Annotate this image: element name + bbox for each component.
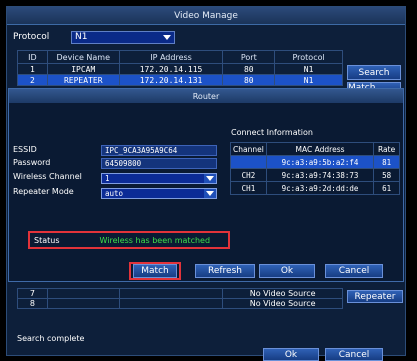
cell-id: 8 (17, 298, 48, 309)
col-protocol: Protocol (274, 50, 343, 64)
router-ok-button[interactable]: Ok (259, 264, 315, 278)
protocol-row: Protocol N1 (13, 30, 175, 44)
repeater-mode-value: auto (105, 189, 124, 198)
table-row[interactable]: 7 No Video Source (17, 288, 343, 299)
cell-empty (46, 288, 120, 299)
password-value: 64509800 (105, 159, 142, 168)
password-label: Password (13, 158, 51, 167)
status-label: Status (34, 235, 60, 245)
wireless-channel-select[interactable]: 1 (101, 173, 217, 184)
chevron-down-icon (163, 34, 171, 40)
cell-mac: 9c:a3:a9:5b:a2:f4 (265, 155, 375, 169)
router-cancel-button[interactable]: Cancel (325, 264, 383, 278)
cell-channel (230, 155, 267, 169)
wireless-channel-value: 1 (105, 174, 110, 183)
protocol-select[interactable]: N1 (71, 30, 175, 44)
cell-video-source: No Video Source (222, 298, 343, 309)
essid-field[interactable]: IPC_9CA3A95A9C64 (101, 145, 217, 156)
cell-rate: 58 (373, 168, 400, 182)
cell-port: 80 (222, 63, 276, 75)
table-row[interactable]: CH2 9c:a3:a9:74:38:73 58 (230, 168, 400, 182)
device-table: ID Device Name IP Address Port Protocol … (17, 50, 343, 86)
chevron-down-icon (204, 189, 216, 198)
table-row[interactable]: 8 No Video Source (17, 298, 343, 309)
repeater-mode-label: Repeater Mode (13, 187, 74, 196)
cell-protocol: N1 (274, 74, 343, 86)
cell-id: 7 (17, 288, 48, 299)
essid-value: IPC_9CA3A95A9C64 (105, 146, 178, 155)
table-row-selected[interactable]: 9c:a3:a9:5b:a2:f4 81 (230, 155, 400, 169)
match-button[interactable]: Match (133, 264, 177, 278)
router-dialog: Router ESSID IPC_9CA3A95A9C64 Password 6… (8, 88, 404, 282)
video-source-table: 7 No Video Source 8 No Video Source (17, 288, 343, 309)
search-status-text: Search complete (17, 334, 85, 343)
col-id: ID (17, 50, 48, 64)
password-field[interactable]: 64509800 (101, 158, 217, 169)
video-manage-title: Video Manage (7, 7, 405, 25)
cell-mac: 9c:a3:a9:2d:dd:de (265, 181, 375, 195)
cell-channel: CH1 (230, 181, 267, 195)
refresh-button[interactable]: Refresh (195, 264, 255, 278)
table-row-selected[interactable]: 2 REPEATER 172.20.14.131 80 N1 (17, 74, 343, 86)
cell-port: 80 (222, 74, 276, 86)
ok-button[interactable]: Ok (263, 348, 319, 361)
col-mac-address: MAC Address (265, 142, 375, 156)
protocol-value: N1 (75, 32, 88, 42)
cell-ip: 172.20.14.131 (118, 74, 224, 86)
cancel-button[interactable]: Cancel (325, 348, 383, 361)
status-value: Wireless has been matched (99, 235, 211, 245)
search-button[interactable]: Search (347, 65, 401, 80)
cell-name: REPEATER (46, 74, 120, 86)
col-device-name: Device Name (46, 50, 120, 64)
status-highlight-box: Status Wireless has been matched (28, 231, 230, 249)
cell-ip: 172.20.14.115 (118, 63, 224, 75)
cell-empty (46, 298, 120, 309)
cell-rate: 81 (373, 155, 400, 169)
protocol-label: Protocol (13, 32, 50, 42)
col-rate: Rate (373, 142, 400, 156)
router-title: Router (9, 89, 403, 103)
cell-mac: 9c:a3:a9:74:38:73 (265, 168, 375, 182)
cell-id: 1 (17, 63, 48, 75)
device-table-header: ID Device Name IP Address Port Protocol (17, 50, 343, 64)
cell-channel: CH2 (230, 168, 267, 182)
cell-empty (118, 288, 224, 299)
cell-id: 2 (17, 74, 48, 86)
cell-name: IPCAM (46, 63, 120, 75)
connect-information-table: Channel MAC Address Rate 9c:a3:a9:5b:a2:… (230, 142, 400, 195)
wireless-channel-label: Wireless Channel (13, 172, 82, 181)
col-channel: Channel (230, 142, 267, 156)
ci-table-header: Channel MAC Address Rate (230, 142, 400, 156)
col-port: Port (222, 50, 276, 64)
repeater-button[interactable]: Repeater (347, 290, 403, 303)
col-ip-address: IP Address (118, 50, 224, 64)
cell-empty (118, 298, 224, 309)
cell-protocol: N1 (274, 63, 343, 75)
chevron-down-icon (204, 174, 216, 183)
connect-information-title: Connect Information (231, 128, 313, 137)
essid-label: ESSID (13, 145, 37, 154)
cell-video-source: No Video Source (222, 288, 343, 299)
repeater-mode-select[interactable]: auto (101, 188, 217, 199)
cell-rate: 61 (373, 181, 400, 195)
table-row[interactable]: CH1 9c:a3:a9:2d:dd:de 61 (230, 181, 400, 195)
table-row[interactable]: 1 IPCAM 172.20.14.115 80 N1 (17, 63, 343, 75)
